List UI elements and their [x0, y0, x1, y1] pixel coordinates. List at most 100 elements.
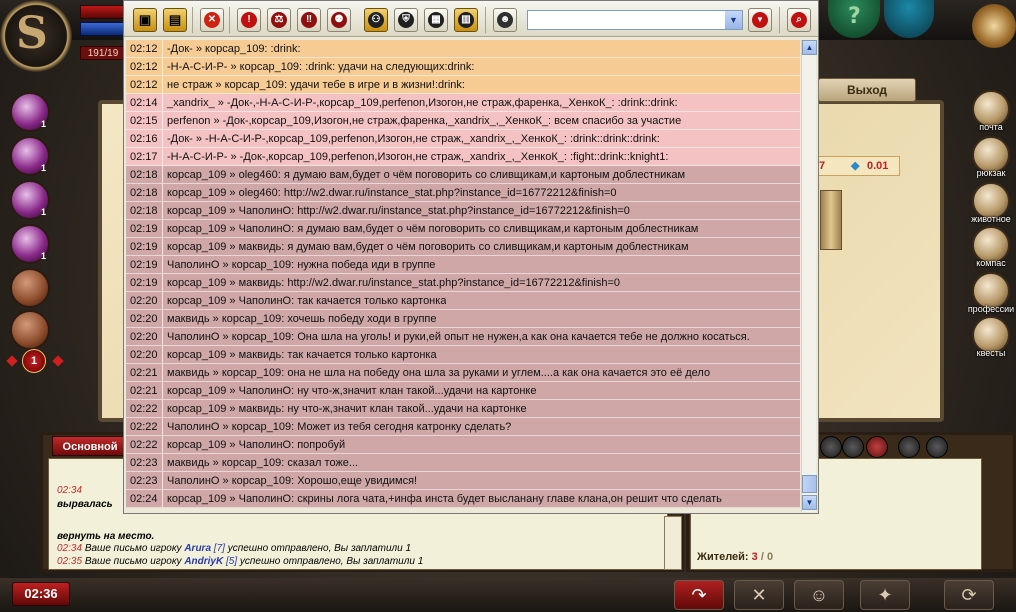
skill-slot-1[interactable]: 1	[10, 92, 50, 132]
shield-icon[interactable]: ⛨	[394, 8, 418, 32]
log-row: 02:17 -Н-А-С-И-Р- » -Док-,корсар_109,perf…	[126, 148, 800, 166]
log-time: 02:19	[130, 223, 158, 235]
skill-slot-2[interactable]: 1	[10, 136, 50, 176]
filter-icon[interactable]	[926, 436, 948, 458]
person-icon[interactable]: ☻	[493, 8, 517, 32]
nav-pet[interactable]: животное	[966, 182, 1016, 232]
chat-post: успешно отправлено, Вы заплатили	[227, 543, 403, 554]
log-row: 02:12 не страж » корсар_109: удачи тебе в…	[126, 76, 800, 94]
next-page-icon[interactable]	[52, 355, 64, 367]
skill-slot-empty[interactable]	[10, 310, 50, 350]
filter-icon[interactable]	[842, 436, 864, 458]
nav-professions[interactable]: профессии	[966, 272, 1016, 322]
log-message: ЧаполинО » корсар_109: Хорошо,еще увидим…	[162, 472, 417, 489]
folder-icon[interactable]: ▣	[133, 8, 157, 32]
logo-glyph: S	[16, 8, 48, 59]
exclamation-icon[interactable]: !	[237, 8, 261, 32]
log-time: 02:19	[130, 259, 158, 271]
log-message: маквидь » корсар_109: сказал тоже...	[162, 454, 358, 471]
toolbar-divider	[229, 7, 230, 33]
log-row: 02:21 маквидь » корсар_109: она не шла на…	[126, 364, 800, 382]
currency-display: 7 ◆ 0.01	[808, 156, 900, 176]
trade-icon[interactable]: ▥	[454, 8, 478, 32]
log-row: 02:14 _xandrix_ » -Док-,-Н-А-С-И-Р-,корса…	[126, 94, 800, 112]
exclamation-glyph: !	[241, 12, 257, 28]
log-row: 02:22 корсар_109 » маквидь: ну что-ж,знач…	[126, 400, 800, 418]
log-message: корсар_109 » ЧаполинО: скрины лога чата,…	[162, 490, 722, 507]
chat-line: вернуть на место.	[57, 531, 154, 542]
nav-compass[interactable]: компас	[966, 226, 1016, 276]
lock-icon[interactable]: ▤	[163, 8, 187, 32]
tab-main-chat[interactable]: Основной	[52, 436, 128, 456]
scroll-icon[interactable]: ▦	[424, 8, 448, 32]
person-glyph: ☻	[497, 12, 513, 28]
exit-button[interactable]: Выход	[818, 78, 916, 102]
filter-icon[interactable]	[898, 436, 920, 458]
channel-filter-select[interactable]: ▼	[527, 10, 743, 30]
clan-icon[interactable]: ⚇	[364, 8, 388, 32]
skill-count: 1	[40, 251, 46, 261]
close-circle-icon[interactable]: ✕	[200, 8, 224, 32]
medal-icon[interactable]	[972, 4, 1016, 48]
server-clock: 02:36	[12, 582, 70, 606]
toolbar-divider	[192, 7, 193, 33]
chat-log-list: 02:12 -Док- » корсар_109: :drink: 02:12 -Н-…	[126, 40, 800, 512]
log-row: 02:24 корсар_109 » ЧаполинО: скрины лога …	[126, 490, 800, 508]
fight-button[interactable]: ✕	[734, 580, 784, 610]
cycle-button[interactable]: ⟳	[944, 580, 994, 610]
nav-label: рюкзак	[976, 168, 1006, 178]
search-icon[interactable]: ⌕	[787, 8, 811, 32]
chat-line: 02:35 Ваше письмо игроку AndriyK [5] усп…	[57, 556, 423, 567]
log-row: 02:19 корсар_109 » маквидь: я думаю вам,б…	[126, 238, 800, 256]
scroll-thumb[interactable]	[802, 475, 817, 493]
log-message: маквидь » корсар_109: она не шла на побе…	[162, 364, 710, 381]
log-row: 02:20 корсар_109 » ЧаполинО: так качается…	[126, 292, 800, 310]
close-glyph: ✕	[204, 12, 220, 28]
log-time: 02:24	[130, 493, 158, 505]
scroll-up-icon[interactable]: ▲	[802, 40, 817, 55]
player-name[interactable]: AndriyK	[184, 556, 223, 567]
lock-glyph: ▤	[168, 12, 182, 27]
nav-label: компас	[976, 258, 1006, 268]
scales-icon[interactable]: ⚖	[267, 8, 291, 32]
filter-icon[interactable]	[820, 436, 842, 458]
chat-log-window: ▣ ▤ ✕ ! ⚖ ‼ ⚉ ⚇ ⛨ ▦ ▥ ☻ ▼ ▼ ⌕ 02:12 -Док-…	[123, 0, 819, 514]
chat-scrollbar[interactable]	[664, 516, 682, 570]
player-name[interactable]: Arura	[184, 543, 211, 554]
log-time: 02:23	[130, 475, 158, 487]
funnel-icon[interactable]: ▼	[748, 8, 772, 32]
chat-time: 02:34	[57, 485, 83, 496]
skill-slot-4[interactable]: 1	[10, 224, 50, 264]
skill-slot-empty[interactable]	[10, 268, 50, 308]
nav-backpack[interactable]: рюкзак	[966, 136, 1016, 186]
nav-mail[interactable]: почта	[966, 90, 1016, 140]
log-message: корсар_109 » ЧаполинО: так качается толь…	[162, 292, 446, 309]
chat-text: вырвалась	[57, 499, 113, 510]
scroll-down-icon[interactable]: ▼	[802, 495, 817, 510]
search-glyph: ⌕	[791, 12, 807, 28]
chat-pre: Ваше письмо игроку	[84, 543, 182, 554]
prev-page-icon[interactable]	[6, 355, 18, 367]
chat-line: вырвалась	[57, 499, 113, 510]
group-filter-icon[interactable]	[866, 436, 888, 458]
skill-slot-3[interactable]: 1	[10, 180, 50, 220]
skill-count: 1	[40, 207, 46, 217]
log-scrollbar[interactable]: ▲ ▼	[801, 40, 817, 512]
emotes-button[interactable]: ☺	[794, 580, 844, 610]
log-row: 02:20 ЧаполинО » корсар_109: Она шла на у…	[126, 328, 800, 346]
residents-count: Жителей: 3 / 0	[697, 551, 773, 563]
double-exclamation-icon[interactable]: ‼	[297, 8, 321, 32]
nav-quests[interactable]: квесты	[966, 316, 1016, 366]
chat-post: успешно отправлено, Вы заплатили	[239, 556, 415, 567]
log-time: 02:20	[130, 331, 158, 343]
log-message: корсар_109 » маквидь: http://w2.dwar.ru/…	[162, 274, 620, 291]
group-icon[interactable]: ⚉	[327, 8, 351, 32]
log-message: корсар_109 » маквидь: я думаю вам,будет …	[162, 238, 689, 255]
log-row: 02:19 корсар_109 » маквидь: http://w2.dwa…	[126, 274, 800, 292]
log-row: 02:16 -Док- » -Н-А-С-И-Р-,корсар_109,perf…	[126, 130, 800, 148]
log-message: корсар_109 » oleg460: http://w2.dwar.ru/…	[162, 184, 617, 201]
nav-label: почта	[979, 122, 1003, 132]
health-bar	[80, 5, 126, 19]
refresh-button[interactable]: ↷	[674, 580, 724, 610]
action-button[interactable]: ✦	[860, 580, 910, 610]
